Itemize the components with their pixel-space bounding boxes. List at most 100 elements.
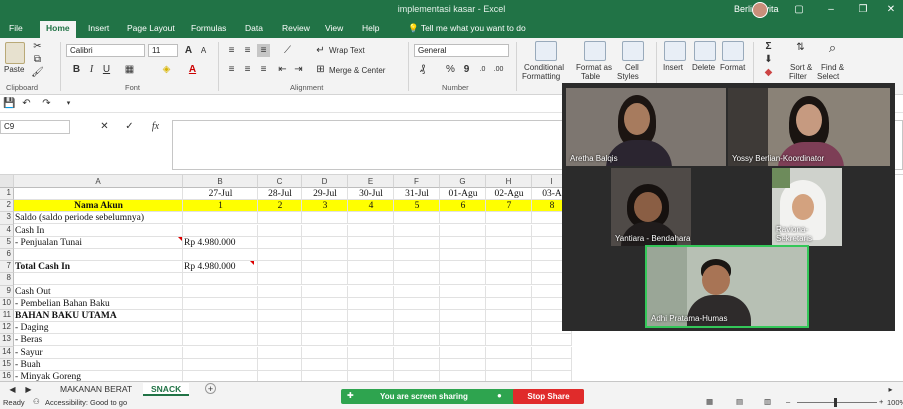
row-header[interactable]: 5 xyxy=(0,236,14,249)
minimize-icon[interactable]: – xyxy=(824,3,838,16)
cell-E7[interactable] xyxy=(348,261,394,274)
cell-label[interactable]: Cell xyxy=(625,63,639,72)
cell-C3[interactable] xyxy=(258,212,302,225)
cell-A16[interactable]: - Minyak Goreng xyxy=(14,371,183,381)
orientation-icon[interactable]: ⟋ xyxy=(281,44,294,57)
cell-B7[interactable]: Rp 4.980.000 xyxy=(183,261,258,274)
cell-D10[interactable] xyxy=(302,297,348,310)
increase-decimal-icon[interactable]: .0 xyxy=(476,63,489,76)
cell-A6[interactable] xyxy=(14,249,183,261)
accounting-format-icon[interactable]: ₰ xyxy=(416,63,429,76)
cell-D7[interactable] xyxy=(302,261,348,274)
cell-A7[interactable]: Total Cash In xyxy=(14,261,183,274)
zoom-in-icon[interactable]: + xyxy=(879,397,883,406)
cell-A3[interactable]: Saldo (saldo periode sebelumnya) xyxy=(14,212,183,225)
participant-tile[interactable]: Yossy Berlian-Koordinator xyxy=(728,88,890,166)
align-middle-icon[interactable]: ≡ xyxy=(241,44,254,57)
page-layout-view-icon[interactable]: ▤ xyxy=(736,397,743,406)
decrease-decimal-icon[interactable]: .00 xyxy=(492,63,505,76)
column-header[interactable]: D xyxy=(302,175,348,188)
fill-icon[interactable]: ⬇ xyxy=(762,53,775,66)
cell-G5[interactable] xyxy=(440,236,486,249)
cell-G3[interactable] xyxy=(440,212,486,225)
cell-G1[interactable]: 01-Agu xyxy=(440,188,486,200)
cell-H10[interactable] xyxy=(486,297,532,310)
wrap-text-button[interactable]: Wrap Text xyxy=(329,46,365,55)
cell-H12[interactable] xyxy=(486,322,532,335)
paste-icon[interactable] xyxy=(5,42,25,64)
format-as-label[interactable]: Format as xyxy=(576,63,612,72)
sort-label[interactable]: Sort & xyxy=(790,63,812,72)
format-painter-icon[interactable]: 🖌 xyxy=(31,66,44,79)
cell-F6[interactable] xyxy=(394,249,440,261)
cell-A10[interactable]: - Pembelian Bahan Baku xyxy=(14,297,183,310)
sheet-tab-snack[interactable]: SNACK xyxy=(143,383,190,396)
align-right-icon[interactable]: ≡ xyxy=(257,63,270,76)
decrease-font-icon[interactable]: A xyxy=(197,44,210,57)
cell-F1[interactable]: 31-Jul xyxy=(394,188,440,200)
cell-H13[interactable] xyxy=(486,334,532,347)
cell-H5[interactable] xyxy=(486,236,532,249)
page-break-view-icon[interactable]: ▥ xyxy=(764,397,771,406)
tab-insert[interactable]: Insert xyxy=(88,23,109,33)
row-header[interactable]: 3 xyxy=(0,212,14,225)
cell-F8[interactable] xyxy=(394,273,440,286)
row-header[interactable]: 1 xyxy=(0,188,14,201)
tab-file[interactable]: File xyxy=(9,23,23,33)
cell-B13[interactable] xyxy=(183,334,258,347)
cell-H8[interactable] xyxy=(486,273,532,286)
cell-H16[interactable] xyxy=(486,371,532,381)
row-header[interactable]: 11 xyxy=(0,310,14,323)
cell-B12[interactable] xyxy=(183,322,258,335)
cell-F16[interactable] xyxy=(394,371,440,381)
cell-C11[interactable] xyxy=(258,310,302,322)
tab-help[interactable]: Help xyxy=(362,23,379,33)
cell-E9[interactable] xyxy=(348,285,394,298)
cell-D14[interactable] xyxy=(302,346,348,359)
cell-G11[interactable] xyxy=(440,310,486,322)
save-icon[interactable]: 💾 xyxy=(3,97,16,110)
cell-A5[interactable]: - Penjualan Tunai xyxy=(14,236,183,249)
cell-F13[interactable] xyxy=(394,334,440,347)
format-cells-icon[interactable] xyxy=(722,41,744,61)
cell-E15[interactable] xyxy=(348,358,394,371)
restore-icon[interactable]: ❐ xyxy=(856,3,870,16)
select-label[interactable]: Select xyxy=(817,72,839,81)
font-name-select[interactable]: Calibri xyxy=(66,44,145,57)
autosum-icon[interactable]: Σ xyxy=(762,40,775,53)
font-color-icon[interactable]: A xyxy=(186,63,199,76)
cell-H7[interactable] xyxy=(486,261,532,274)
paste-button[interactable]: Paste xyxy=(4,65,24,74)
filter-label[interactable]: Filter xyxy=(789,72,807,81)
cell-C6[interactable] xyxy=(258,249,302,261)
cell-H1[interactable]: 02-Agu xyxy=(486,188,532,200)
conditional-label[interactable]: Conditional xyxy=(524,63,564,72)
select-all-corner[interactable] xyxy=(0,175,14,188)
tab-formulas[interactable]: Formulas xyxy=(191,23,226,33)
cell-G16[interactable] xyxy=(440,371,486,381)
cell-D9[interactable] xyxy=(302,285,348,298)
cell-C14[interactable] xyxy=(258,346,302,359)
align-top-icon[interactable]: ≡ xyxy=(225,44,238,57)
cell-H14[interactable] xyxy=(486,346,532,359)
delete-cells-icon[interactable] xyxy=(694,41,716,61)
format-cells-button[interactable]: Format xyxy=(720,63,745,72)
column-header[interactable]: E xyxy=(348,175,394,188)
customize-qat-icon[interactable]: ▾ xyxy=(62,97,75,110)
cell-F9[interactable] xyxy=(394,285,440,298)
comment-indicator[interactable] xyxy=(178,236,182,241)
cell-C7[interactable] xyxy=(258,261,302,274)
cell-A15[interactable]: - Buah xyxy=(14,358,183,371)
participant-tile[interactable]: Raviona-Sekretaris xyxy=(772,168,842,246)
cell-E16[interactable] xyxy=(348,371,394,381)
row-header[interactable]: 15 xyxy=(0,358,14,371)
cell-A2[interactable]: Nama Akun xyxy=(14,200,183,213)
cell-G14[interactable] xyxy=(440,346,486,359)
add-sheet-icon[interactable]: + xyxy=(205,383,216,394)
undo-icon[interactable]: ↶ xyxy=(20,97,33,110)
cell-H2[interactable]: 7 xyxy=(486,200,532,213)
cell-D11[interactable] xyxy=(302,310,348,322)
confirm-entry-icon[interactable]: ✓ xyxy=(123,120,136,133)
column-header[interactable]: A xyxy=(14,175,183,188)
cell-I14[interactable] xyxy=(532,346,572,359)
